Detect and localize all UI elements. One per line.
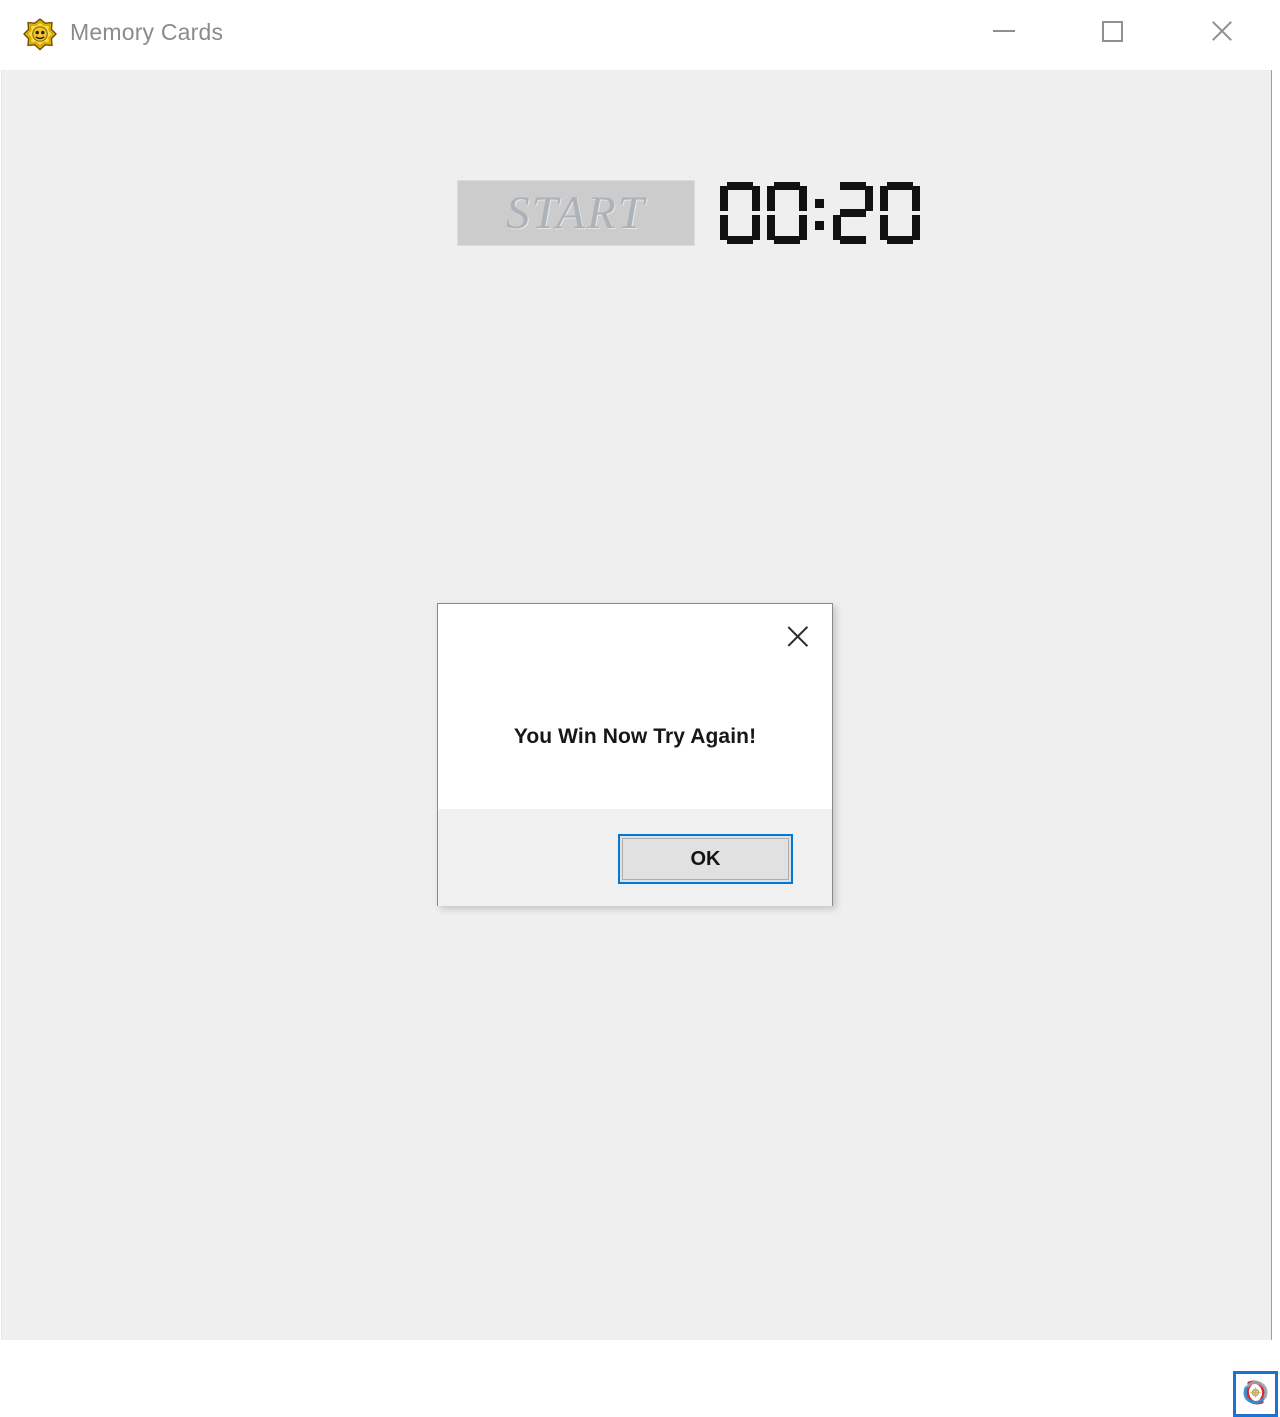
timer-digit-3 [833,182,873,244]
atom-swirl-badge[interactable] [1233,1371,1278,1417]
close-icon [1209,18,1235,44]
timer-digit-2 [767,182,807,244]
start-button-label: START [506,187,646,239]
app-window: Memory Cards START You Win Now Try Again… [0,0,1280,1417]
dialog-footer: OK [438,808,832,906]
minimize-button[interactable] [968,0,1040,62]
close-icon [785,623,812,650]
minimize-icon [993,30,1015,32]
win-dialog: You Win Now Try Again! OK [437,603,833,906]
ok-button-label: OK [690,847,721,870]
game-client-area: START You Win Now Try Again! OK [1,70,1278,1417]
dialog-body: You Win Now Try Again! [438,604,832,808]
timer-colon [814,182,826,244]
timer-digit-4 [880,182,920,244]
timer-digit-1 [720,182,760,244]
start-button[interactable]: START [457,180,695,246]
title-bar: Memory Cards [0,0,1280,70]
close-button[interactable] [1186,0,1258,62]
maximize-button[interactable] [1076,0,1148,62]
countdown-timer [720,182,920,244]
star-flower-icon [21,17,59,55]
dialog-close-button[interactable] [777,615,819,657]
maximize-icon [1101,20,1123,42]
atom-swirl-icon [1239,1376,1272,1412]
ok-button[interactable]: OK [618,834,793,884]
dialog-message: You Win Now Try Again! [513,725,757,748]
window-title: Memory Cards [70,19,224,45]
